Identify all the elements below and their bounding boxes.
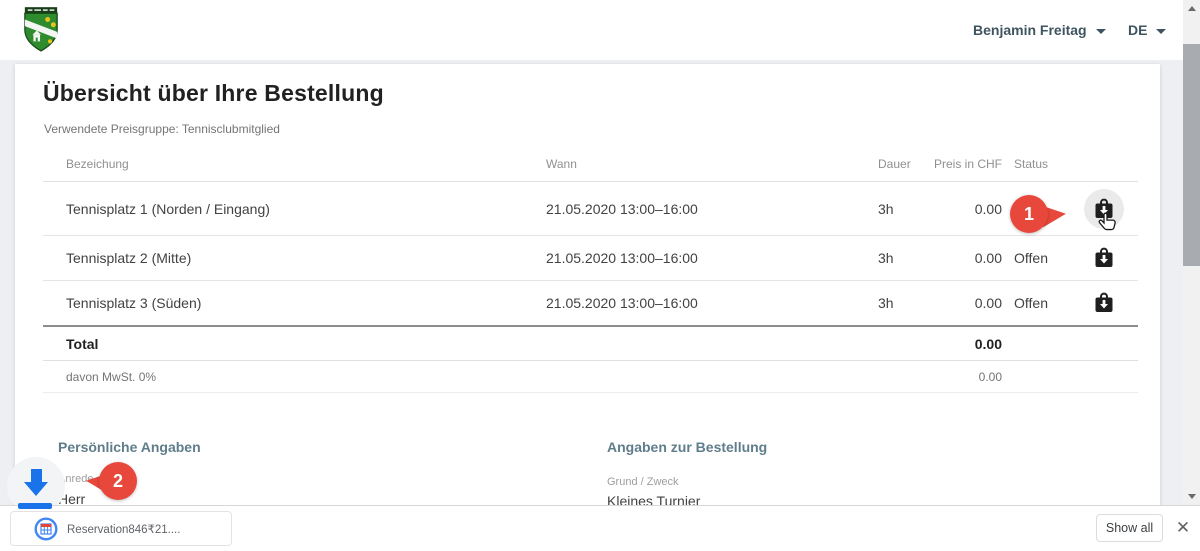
col-preis: Preis in CHF xyxy=(892,157,1002,171)
page-title: Übersicht über Ihre Bestellung xyxy=(43,80,384,107)
download-arrow-head xyxy=(24,482,48,496)
grund-zweck-label: Grund / Zweck xyxy=(607,476,679,488)
arrow-up-icon xyxy=(1188,6,1196,11)
topbar: Benjamin Freitag DE xyxy=(0,0,1183,60)
court-name: Tennisplatz 3 (Süden) xyxy=(66,295,201,311)
table-header-row: Bezeichung Wann Dauer Preis in CHF Statu… xyxy=(43,148,1138,182)
price: 0.00 xyxy=(892,250,1002,266)
download-booking-button[interactable] xyxy=(1084,283,1124,323)
mouse-cursor-icon xyxy=(1096,211,1120,235)
club-logo[interactable] xyxy=(22,7,60,52)
table-row: Tennisplatz 3 (Süden) 21.05.2020 13:00–1… xyxy=(43,281,1138,325)
vat-label: davon MwSt. 0% xyxy=(66,370,156,384)
vertical-scrollbar[interactable] xyxy=(1183,0,1200,504)
col-wann: Wann xyxy=(546,157,577,171)
booking-datetime: 21.05.2020 13:00–16:00 xyxy=(546,295,698,311)
user-name: Benjamin Freitag xyxy=(973,22,1087,38)
total-label: Total xyxy=(66,336,98,352)
show-all-downloads-button[interactable]: Show all xyxy=(1096,514,1163,542)
close-downloads-bar-button[interactable]: ✕ xyxy=(1171,509,1195,547)
price-group-subtitle: Verwendete Preisgruppe: Tennisclubmitgli… xyxy=(44,122,280,136)
user-menu[interactable]: Benjamin Freitag xyxy=(973,20,1106,40)
personal-section-title: Persönliche Angaben xyxy=(58,439,201,455)
table-row: Tennisplatz 2 (Mitte) 21.05.2020 13:00–1… xyxy=(43,236,1138,281)
download-target-bar xyxy=(18,503,52,509)
chevron-down-icon xyxy=(1096,29,1106,34)
scroll-down-button[interactable] xyxy=(1183,488,1200,504)
table-row: Tennisplatz 1 (Norden / Eingang) 21.05.2… xyxy=(43,182,1138,236)
coat-of-arms-icon xyxy=(22,7,60,52)
file-type-icon xyxy=(34,517,58,541)
vat-value: 0.00 xyxy=(892,370,1002,384)
order-section-title: Angaben zur Bestellung xyxy=(607,439,767,455)
total-value: 0.00 xyxy=(892,336,1002,352)
scrollbar-thumb[interactable] xyxy=(1183,44,1200,266)
downloaded-file-chip[interactable]: Reservation846₹21.... xyxy=(10,511,232,546)
booking-datetime: 21.05.2020 13:00–16:00 xyxy=(546,250,698,266)
language-code: DE xyxy=(1128,22,1147,38)
col-status: Status xyxy=(1014,157,1048,171)
bag-download-icon xyxy=(1092,246,1116,270)
price: 0.00 xyxy=(892,295,1002,311)
download-arrow-icon xyxy=(31,469,42,482)
download-booking-button[interactable] xyxy=(1084,238,1124,278)
price: 0.00 xyxy=(892,201,1002,217)
arrow-down-icon xyxy=(1188,494,1196,499)
language-menu[interactable]: DE xyxy=(1128,20,1166,40)
chevron-down-icon xyxy=(1156,29,1166,34)
vat-row: davon MwSt. 0% 0.00 xyxy=(43,361,1138,393)
status: Offen xyxy=(1014,250,1048,266)
step-number-badge: 2 xyxy=(99,462,137,500)
booking-datetime: 21.05.2020 13:00–16:00 xyxy=(546,201,698,217)
step-number-badge: 1 xyxy=(1010,195,1048,233)
downloads-bar: Reservation846₹21.... Show all ✕ xyxy=(0,505,1200,551)
scroll-up-button[interactable] xyxy=(1183,0,1200,16)
court-name: Tennisplatz 2 (Mitte) xyxy=(66,250,191,266)
close-icon: ✕ xyxy=(1176,518,1190,538)
order-table: Bezeichung Wann Dauer Preis in CHF Statu… xyxy=(43,148,1138,393)
bag-download-icon xyxy=(1092,291,1116,315)
court-name: Tennisplatz 1 (Norden / Eingang) xyxy=(66,201,270,217)
total-row: Total 0.00 xyxy=(43,325,1138,361)
order-overview-card: Übersicht über Ihre Bestellung Verwendet… xyxy=(15,64,1160,551)
downloaded-file-name: Reservation846₹21.... xyxy=(67,522,180,536)
status: Offen xyxy=(1014,295,1048,311)
col-bezeichnung: Bezeichung xyxy=(66,157,129,171)
